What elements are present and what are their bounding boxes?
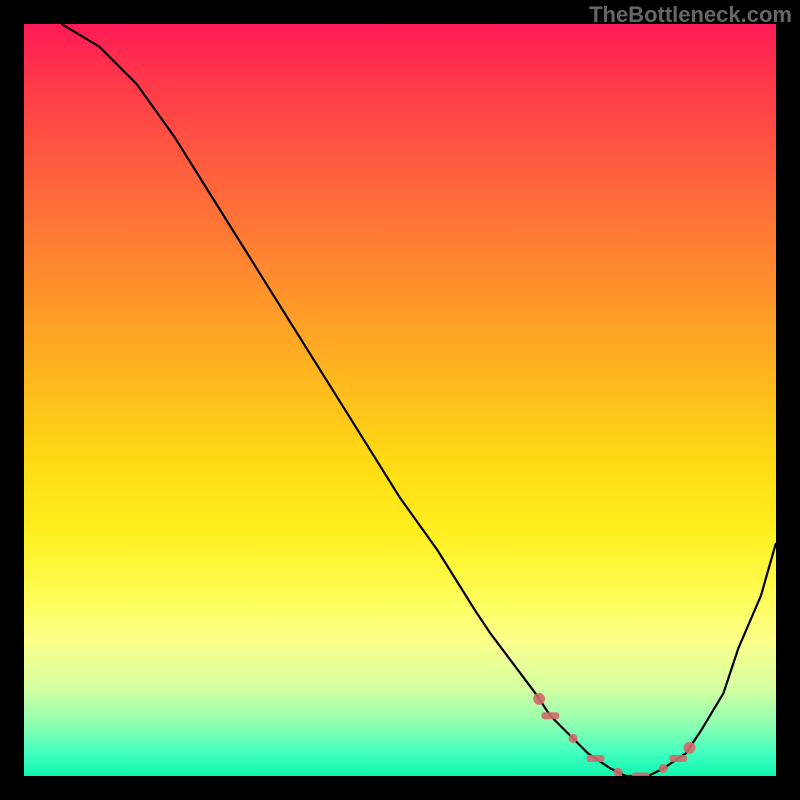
plot-svg (24, 24, 776, 776)
chart-container: TheBottleneck.com (0, 0, 800, 800)
bottleneck-curve (62, 24, 776, 776)
watermark-text: TheBottleneck.com (589, 2, 792, 28)
plot-area (24, 24, 776, 776)
